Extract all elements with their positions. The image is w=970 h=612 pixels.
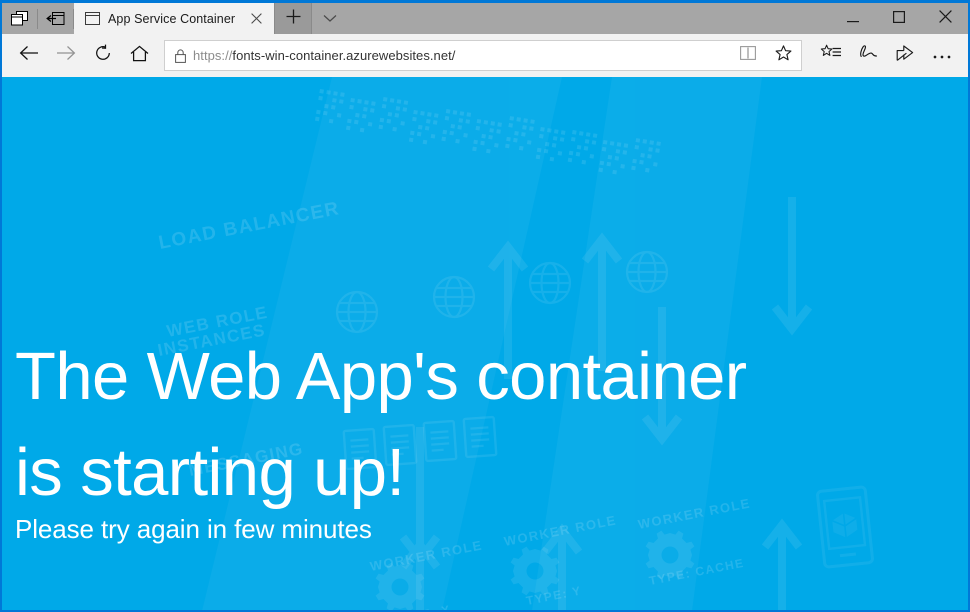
favorite-button[interactable]: [769, 42, 797, 69]
page-subline: Please try again in few minutes: [15, 514, 372, 545]
hub-button[interactable]: [812, 37, 849, 74]
browser-tab[interactable]: App Service Container: [74, 3, 274, 34]
share-button[interactable]: [886, 37, 923, 74]
back-button[interactable]: [10, 37, 47, 74]
browser-window: App Service Container: [0, 0, 970, 612]
ellipsis-icon: [932, 47, 952, 65]
tab-favicon-icon: [84, 11, 100, 27]
refresh-button[interactable]: [84, 37, 121, 74]
home-button[interactable]: [121, 37, 158, 74]
web-page-content: LOAD BALANCER WEB ROLE INSTANCES MESSAGI…: [2, 77, 968, 611]
lock-icon: [175, 49, 186, 63]
tab-aside-controls: [2, 3, 74, 34]
url-host-path: fonts-win-container.azurewebsites.net/: [232, 48, 455, 63]
tabs-set-aside-icon: [46, 11, 65, 26]
share-icon: [895, 44, 915, 67]
minimize-button[interactable]: [830, 3, 876, 34]
book-icon: [740, 46, 756, 65]
close-icon: [939, 10, 952, 28]
navigation-toolbar: https://fonts-win-container.azurewebsite…: [2, 34, 968, 77]
url-text: https://fonts-win-container.azurewebsite…: [193, 48, 727, 63]
more-button[interactable]: [923, 37, 960, 74]
plus-icon: [286, 9, 301, 29]
forward-button[interactable]: [47, 37, 84, 74]
set-tabs-aside-icon: [11, 11, 28, 26]
minimize-icon: [847, 10, 859, 28]
chevron-down-icon: [323, 10, 337, 28]
tab-list-menu-button[interactable]: [312, 3, 348, 34]
pen-icon: [857, 44, 878, 67]
address-bar[interactable]: https://fonts-win-container.azurewebsite…: [164, 40, 802, 71]
page-text-content: The Web App's container is starting up! …: [2, 77, 968, 611]
tabs-set-aside-button[interactable]: [38, 3, 73, 34]
maximize-icon: [893, 10, 905, 28]
toolbar-right-actions: [812, 37, 960, 74]
home-icon: [130, 45, 149, 67]
star-icon: [775, 45, 792, 66]
web-note-button[interactable]: [849, 37, 886, 74]
maximize-button[interactable]: [876, 3, 922, 34]
refresh-icon: [94, 44, 112, 67]
tab-close-button[interactable]: [244, 7, 268, 31]
favorites-hub-icon: [820, 44, 842, 67]
url-scheme: https://: [193, 48, 232, 63]
arrow-right-icon: [56, 45, 76, 66]
page-headline: The Web App's container is starting up!: [15, 329, 875, 521]
reading-view-button[interactable]: [734, 42, 762, 69]
tab-title: App Service Container: [108, 12, 236, 26]
close-button[interactable]: [922, 3, 968, 34]
arrow-left-icon: [19, 45, 39, 66]
new-tab-button[interactable]: [274, 3, 312, 34]
title-bar: App Service Container: [2, 3, 968, 34]
set-tabs-aside-button[interactable]: [2, 3, 37, 34]
window-controls: [830, 3, 968, 34]
